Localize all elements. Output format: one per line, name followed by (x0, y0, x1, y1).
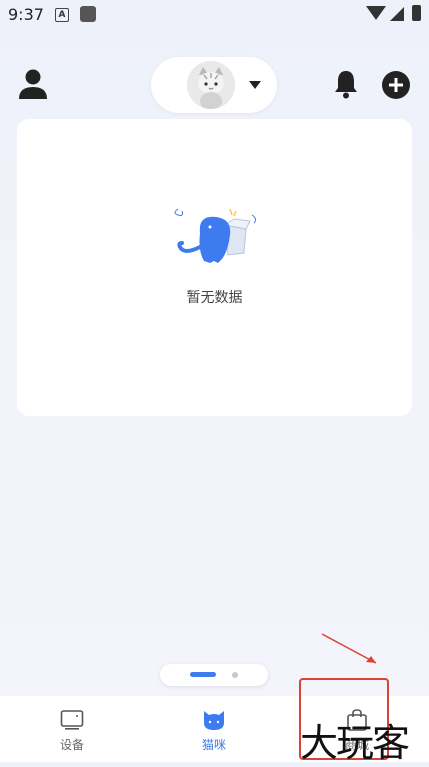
watermark-text: 大玩客 (300, 721, 410, 765)
notification-square-icon (80, 6, 96, 22)
battery-icon (412, 5, 421, 21)
chevron-down-icon (249, 81, 261, 89)
add-circle-icon[interactable] (381, 70, 411, 100)
page-indicator[interactable] (160, 664, 268, 686)
nav-item-cat[interactable]: 猫咪 (159, 696, 269, 762)
notification-a-icon: A (55, 8, 69, 22)
nav-label-device: 设备 (59, 738, 84, 752)
status-bar: 9:37 A (0, 0, 429, 30)
wifi-icon (366, 6, 386, 20)
bell-icon[interactable] (332, 69, 360, 99)
cat-avatar (187, 61, 235, 109)
page-indicator-dot[interactable] (232, 672, 238, 678)
status-time: 9:37 (8, 5, 44, 24)
nav-label-cat: 猫咪 (201, 738, 226, 752)
nav-item-device[interactable]: 设备 (17, 696, 127, 762)
page-indicator-active (190, 672, 216, 677)
cat-switcher[interactable] (151, 57, 277, 113)
user-icon[interactable] (18, 68, 48, 100)
cat-list-card: 暂无数据 (17, 119, 412, 416)
empty-state-cat-illustration (174, 208, 257, 263)
top-bar (0, 52, 429, 116)
cat-icon (204, 711, 224, 730)
signal-icon (390, 7, 404, 21)
empty-state-text: 暂无数据 (186, 290, 243, 306)
device-icon (60, 710, 84, 730)
annotation-arrow (321, 633, 377, 664)
